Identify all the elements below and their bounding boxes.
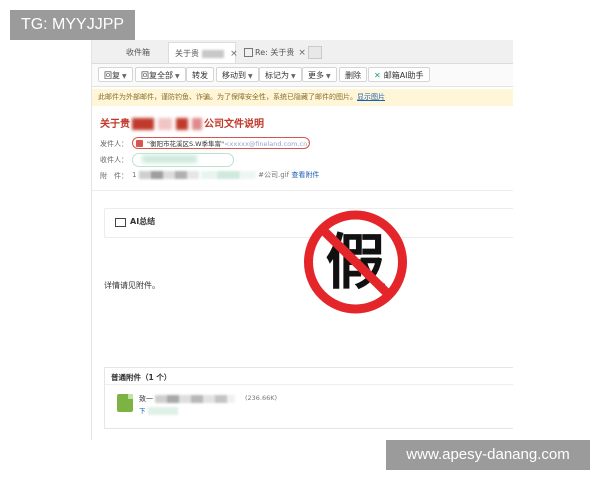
move-to-button[interactable]: 移动到 ▼ bbox=[216, 67, 259, 82]
delete-button[interactable]: 删除 bbox=[339, 67, 367, 82]
watermark-bottom-right: www.apesy-danang.com bbox=[386, 440, 590, 470]
redacted-attachment-name bbox=[138, 171, 199, 179]
sender-email: <xxxxx@fineland.com.cn> bbox=[224, 140, 310, 148]
subject-end: 公司文件说明 bbox=[204, 119, 264, 130]
recipient-label: 收件人： bbox=[100, 156, 128, 164]
ai-assistant-icon: ✕ bbox=[374, 71, 381, 80]
sender-name: "衡阳市花溪区S.W季隼甯" bbox=[147, 140, 225, 148]
sender-chip[interactable]: "衡阳市花溪区S.W季隼甯"<xxxxx@fineland.com.cn> bbox=[132, 137, 310, 149]
tab-inbox-label: 收件箱 bbox=[126, 48, 150, 57]
redacted-file-action bbox=[147, 407, 178, 415]
contact-icon bbox=[136, 140, 143, 147]
reply-all-button[interactable]: 回复全部 ▼ bbox=[135, 67, 186, 82]
subject-start: 关于贵 bbox=[100, 119, 130, 130]
tab-current-label: 关于贵 bbox=[175, 49, 199, 58]
file-name-start: 致一 bbox=[139, 395, 153, 403]
email-toolbar: 回复 ▼ 回复全部 ▼ 转发 移动到 ▼ 标记为 ▼ 更多 ▼ 删除 ✕ 邮箱AI助手 bbox=[92, 64, 513, 87]
tab-bar: 收件箱 关于贵 × Re: 关于贵 × bbox=[92, 40, 513, 64]
ai-summary-label: AI总结 bbox=[130, 217, 156, 226]
redacted-subject bbox=[176, 118, 188, 130]
chevron-down-icon: ▼ bbox=[175, 73, 180, 80]
fake-stamp: 假 bbox=[304, 210, 407, 314]
watermark-top-left: TG: MYYJJPP bbox=[10, 10, 135, 40]
security-notice: 此邮件为外部邮件，谨防钓鱼、诈骗。为了保障安全性，系统已隐藏了邮件的图片。显示图… bbox=[92, 89, 513, 106]
mark-as-button[interactable]: 标记为 ▼ bbox=[259, 67, 302, 82]
attachments-header: 普通附件（1 个） bbox=[111, 373, 172, 382]
email-body-text: 详情请见附件。 bbox=[104, 281, 160, 290]
attachment-prefix: 1 bbox=[132, 171, 137, 179]
more-label: 更多 bbox=[308, 71, 324, 80]
chevron-down-icon: ▼ bbox=[326, 73, 331, 80]
forward-label: 转发 bbox=[192, 71, 208, 80]
email-subject: 关于贵 公司文件说明 bbox=[100, 115, 264, 130]
show-images-link[interactable]: 显示图片 bbox=[357, 93, 385, 101]
tab-reply[interactable]: Re: 关于贵 × bbox=[238, 42, 306, 63]
chevron-down-icon: ▼ bbox=[122, 73, 127, 80]
attachment-suffix: #公司.gif bbox=[258, 171, 290, 179]
sender-label: 发件人： bbox=[100, 140, 128, 148]
edit-icon bbox=[244, 48, 253, 57]
tab-inbox[interactable]: 收件箱 bbox=[108, 42, 168, 63]
forward-button[interactable]: 转发 bbox=[186, 67, 214, 82]
ai-assistant-label: 邮箱AI助手 bbox=[383, 71, 424, 80]
close-tab-icon[interactable]: × bbox=[298, 48, 306, 58]
attachment-file-name[interactable]: 致一 bbox=[139, 394, 236, 404]
tab-reply-label: Re: 关于贵 bbox=[255, 48, 295, 57]
attachments-divider bbox=[105, 384, 513, 385]
more-button[interactable]: 更多 ▼ bbox=[302, 67, 337, 82]
delete-label: 删除 bbox=[345, 71, 361, 80]
close-tab-icon[interactable]: × bbox=[230, 49, 238, 59]
header-divider bbox=[92, 190, 513, 191]
redacted-subject bbox=[132, 118, 154, 130]
attachment-file-size: (236.66K) bbox=[245, 394, 278, 402]
attachments-panel: 普通附件（1 个） 致一 (236.66K) 下 bbox=[104, 367, 513, 429]
reply-all-label: 回复全部 bbox=[141, 71, 173, 80]
reply-button[interactable]: 回复 ▼ bbox=[98, 67, 133, 82]
redacted-file-name bbox=[155, 395, 236, 403]
redacted-attachment-name bbox=[200, 171, 256, 179]
attachment-label: 附 件： bbox=[100, 172, 128, 180]
redacted-subject bbox=[192, 118, 202, 130]
file-icon[interactable] bbox=[117, 394, 133, 412]
redacted-recipient bbox=[142, 155, 197, 163]
file-action-label: 下 bbox=[139, 407, 146, 415]
view-attachment-link[interactable]: 查看附件 bbox=[291, 171, 319, 179]
attachment-file-action[interactable]: 下 bbox=[139, 405, 178, 415]
mail-icon bbox=[115, 218, 126, 227]
tab-email-current[interactable]: 关于贵 × bbox=[168, 42, 238, 63]
chevron-down-icon: ▼ bbox=[248, 73, 253, 80]
reply-label: 回复 bbox=[104, 71, 120, 80]
mark-as-label: 标记为 bbox=[265, 71, 289, 80]
notice-text: 此邮件为外部邮件，谨防钓鱼、诈骗。为了保障安全性，系统已隐藏了邮件的图片。 bbox=[98, 93, 357, 101]
attachment-summary: 1 #公司.gif 查看附件 bbox=[132, 170, 319, 180]
move-to-label: 移动到 bbox=[222, 71, 246, 80]
ai-assistant-button[interactable]: ✕ 邮箱AI助手 bbox=[368, 67, 430, 82]
new-tab-icon[interactable] bbox=[308, 46, 322, 59]
redacted-tab-title bbox=[201, 49, 224, 58]
redacted-subject bbox=[158, 118, 172, 130]
chevron-down-icon: ▼ bbox=[291, 73, 296, 80]
